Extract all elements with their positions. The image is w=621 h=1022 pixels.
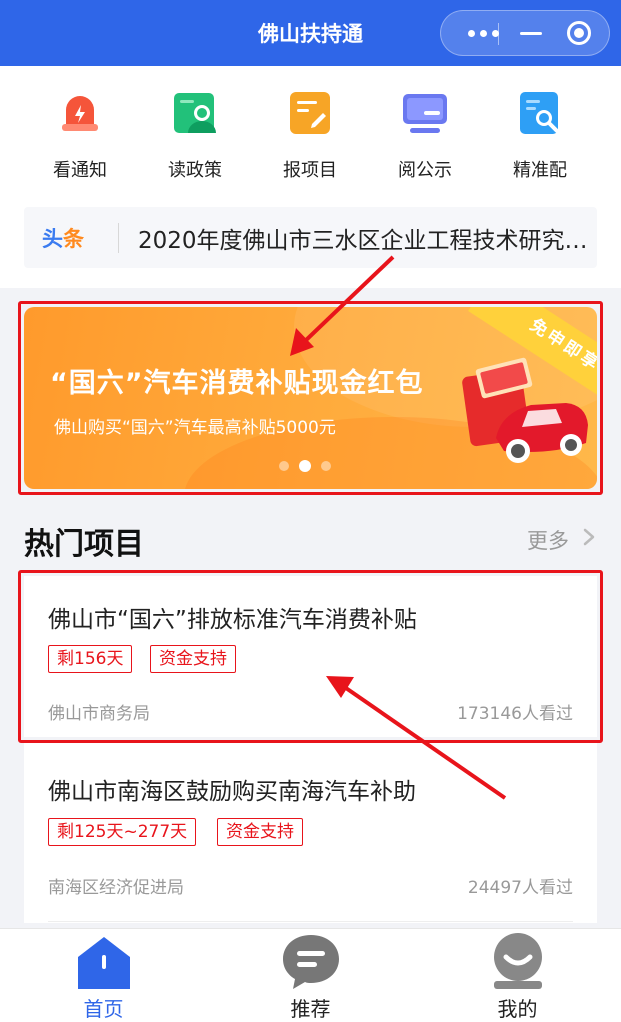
headline-divider	[118, 223, 119, 253]
headline-tag-second: 条	[63, 227, 84, 251]
annotation-highlight-box	[18, 570, 603, 743]
chevron-right-icon[interactable]	[579, 527, 599, 547]
minimize-icon[interactable]	[511, 11, 551, 55]
tab-label: 我的	[497, 997, 538, 1021]
tab-home[interactable]: 首页	[0, 929, 207, 1022]
close-target-icon[interactable]	[553, 11, 605, 55]
project-views: 24497人看过	[467, 878, 573, 898]
category-tag: 资金支持	[217, 818, 303, 846]
title-bar: 佛山扶持通	[0, 0, 621, 66]
document-search-icon	[517, 90, 563, 136]
document-edit-icon	[287, 90, 333, 136]
tab-recommend[interactable]: 推荐	[207, 929, 414, 1022]
days-left-tag: 剩125天~277天	[48, 818, 197, 846]
headline-tag-first: 头	[42, 227, 63, 251]
person-search-icon	[172, 90, 218, 136]
menu-item-publicity[interactable]: 阅公示	[380, 84, 470, 182]
user-smile-icon	[494, 933, 542, 989]
menu-label: 阅公示	[398, 160, 452, 181]
miniprogram-capsule	[440, 10, 610, 56]
headline-news[interactable]: 头条 2020年度佛山市三水区企业工程技术研究中心认定	[24, 207, 597, 268]
menu-item-policy[interactable]: 读政策	[150, 84, 240, 182]
headline-tag: 头条	[42, 223, 84, 253]
monitor-icon	[402, 90, 448, 136]
capsule-divider	[498, 23, 499, 45]
alarm-bell-icon	[57, 90, 103, 136]
chat-bubble-icon	[283, 935, 339, 989]
annotation-highlight-box	[18, 301, 603, 495]
tab-label: 首页	[83, 997, 124, 1021]
tab-mine[interactable]: 我的	[414, 929, 621, 1022]
project-department: 南海区经济促进局	[48, 878, 184, 898]
more-options-icon[interactable]	[455, 11, 511, 55]
more-link[interactable]: 更多	[527, 525, 569, 555]
bottom-tab-bar: 首页 推荐 我的	[0, 928, 621, 1022]
section-title: 热门项目	[24, 527, 144, 562]
tab-label: 推荐	[290, 997, 331, 1021]
menu-item-match[interactable]: 精准配	[495, 84, 585, 182]
menu-item-notice[interactable]: 看通知	[35, 84, 125, 182]
top-card: 看通知 读政策 报项目 阅公示 精准配 头条 2020年度佛山市三水区企业工程技…	[0, 66, 621, 288]
project-card[interactable]: 佛山市南海区鼓励购买南海汽车补助 剩125天~277天 资金支持 南海区经济促进…	[24, 743, 597, 923]
menu-label: 报项目	[283, 160, 337, 181]
card-divider	[48, 921, 573, 922]
menu-label: 精准配	[513, 160, 567, 181]
menu-item-project[interactable]: 报项目	[265, 84, 355, 182]
headline-text: 2020年度佛山市三水区企业工程技术研究中心认定	[138, 228, 588, 254]
project-name: 佛山市南海区鼓励购买南海汽车补助	[48, 779, 416, 805]
home-icon	[78, 937, 130, 989]
menu-label: 看通知	[53, 160, 107, 181]
menu-label: 读政策	[168, 160, 222, 181]
